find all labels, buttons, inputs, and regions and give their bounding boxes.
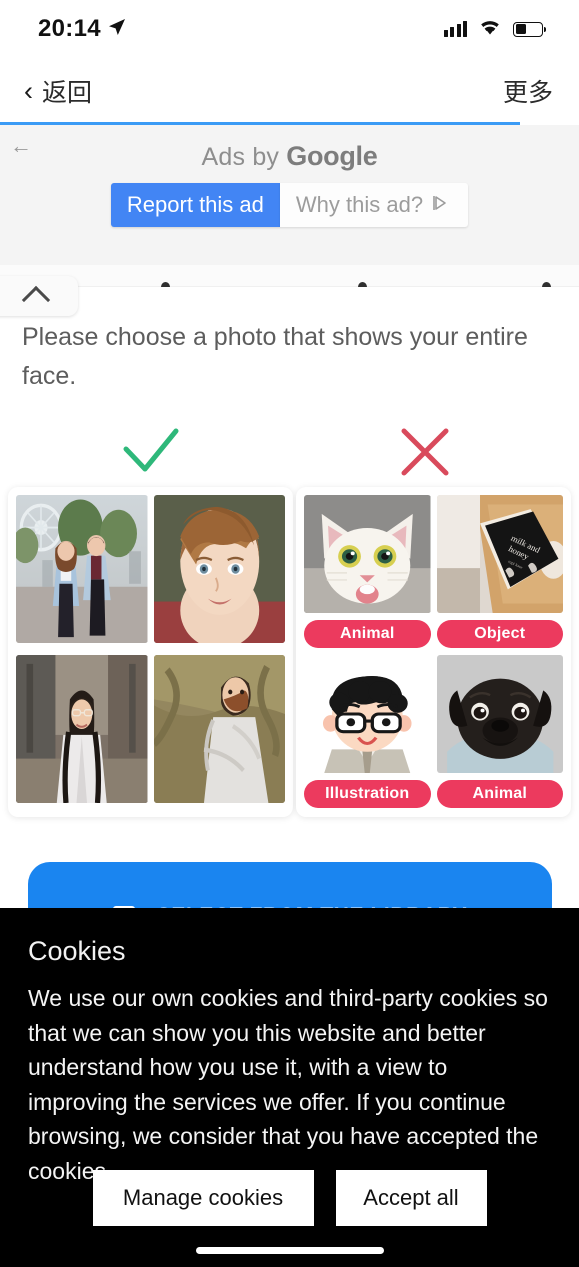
why-this-ad-label: Why this ad? [295,192,424,217]
example-marks-row [0,423,579,481]
photo-bearded-man [153,655,285,803]
good-example-photo [16,655,148,803]
back-button-label: 返回 [42,79,93,107]
chevron-left-icon: ‹ [24,75,33,106]
accept-all-cookies-button[interactable]: Accept all [335,1170,487,1226]
bad-example-photo: milk and honey rupi kaur [436,495,563,613]
select-from-library-button[interactable]: SELECT FROM THE LIBRARY [28,862,552,908]
photo-woman-in-alley [16,655,148,803]
good-example-photo [16,495,148,643]
ads-by-google-label: Ads by Google [0,141,579,172]
photo-couple-walking [16,495,148,643]
report-this-ad-button[interactable]: Report this ad [110,183,280,227]
status-time: 20:14 [38,15,101,42]
good-examples-panel [8,487,293,817]
status-bar-left: 20:14 [38,15,126,43]
cookie-banner-actions: Manage cookies Accept all [0,1170,579,1226]
bad-example-cell: milk and honey rupi kaur Object [436,495,563,649]
cookie-banner-title: Cookies [28,936,126,966]
cellular-signal-icon [443,21,467,37]
manage-cookies-button[interactable]: Manage cookies [92,1170,314,1226]
photo-girl-portrait [153,495,285,643]
bad-example-cell: Animal [304,495,431,649]
good-example-photo [153,495,285,643]
bad-example-cell: Illustration [304,655,431,809]
bad-example-badge: Object [436,620,563,648]
ad-button-group: Report this ad Why this ad? [0,183,579,227]
adchoices-triangle-icon [432,192,452,218]
location-arrow-icon [108,18,126,41]
photo-book-object: milk and honey rupi kaur [436,495,563,613]
more-button[interactable]: 更多 [503,73,553,109]
status-bar-right [443,18,547,41]
ads-by-text: Ads by [201,143,287,171]
bad-examples-panel: Animal milk and honey rupi kaur Object I… [296,487,571,817]
chevron-up-icon [21,285,51,314]
instruction-text: Please choose a photo that shows your en… [22,323,528,390]
cross-mark-icon [396,423,454,481]
cut-off-marker [358,282,367,287]
good-example-photo [153,655,285,803]
content-top-strip [0,265,579,287]
bad-example-photo [436,655,563,773]
bad-example-badge: Illustration [304,780,431,808]
cut-off-marker [161,282,170,287]
cookie-banner-text: We use our own cookies and third-party c… [28,985,548,1184]
photo-white-cat [304,495,431,613]
status-bar: 20:14 [0,0,579,58]
phone-screen: 20:14 ‹ 返回 更多 ← Ads by Google Report thi… [0,0,579,1267]
photo-pug-dog [436,655,563,773]
bad-example-cell: Animal [436,655,563,809]
bad-example-photo [304,655,431,773]
photo-illustration-boy [304,655,431,773]
bad-example-photo [304,495,431,613]
battery-icon [513,21,547,37]
why-this-ad-button[interactable]: Why this ad? [279,183,469,227]
back-button[interactable]: ‹ 返回 [24,73,92,109]
web-page-content: Please choose a photo that shows your en… [0,265,579,908]
navigation-bar: ‹ 返回 更多 [0,58,579,124]
wifi-icon [478,18,502,41]
collapse-ad-button[interactable] [0,276,78,316]
check-mark-icon [120,423,182,481]
cut-off-marker [542,282,551,287]
bad-example-badge: Animal [436,780,563,808]
google-ad-overlay: ← Ads by Google Report this ad Why this … [0,125,579,265]
cookie-consent-banner: Cookies We use our own cookies and third… [0,908,579,1267]
bad-example-badge: Animal [304,620,431,648]
home-indicator [195,1247,384,1254]
google-wordmark: Google [286,141,378,171]
